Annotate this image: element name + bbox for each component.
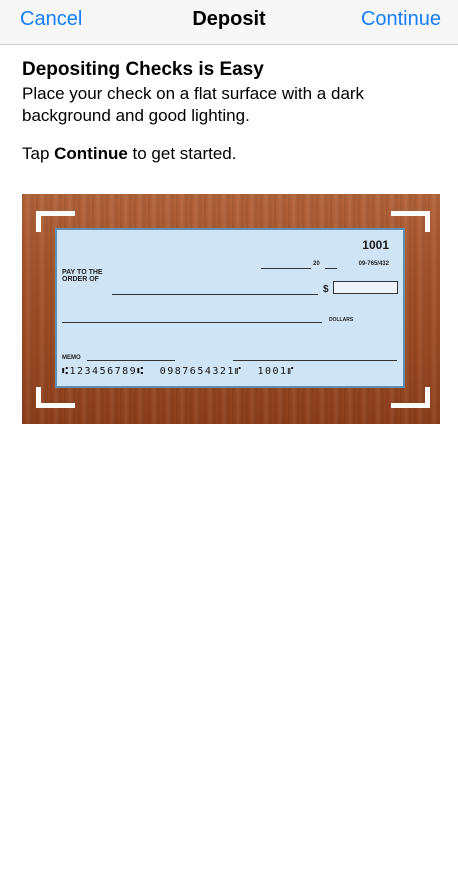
- date-prefix: 20: [313, 261, 320, 267]
- memo-line: [87, 360, 175, 361]
- dollars-label: DOLLARS: [329, 317, 354, 323]
- date-line: [261, 268, 311, 269]
- check-illustration: 1001 20 09-765/432 PAY TO THE ORDER OF $…: [22, 194, 440, 424]
- tap-prefix: Tap: [22, 144, 55, 163]
- corner-bracket-bottom-right: [391, 387, 430, 408]
- tap-suffix: to get started.: [127, 144, 237, 163]
- corner-bracket-bottom-left: [36, 387, 75, 408]
- amount-box: [333, 281, 398, 294]
- check-number: 1001: [362, 238, 389, 252]
- memo-label: MEMO: [62, 355, 81, 361]
- tap-continue-bold: Continue: [54, 144, 128, 163]
- written-amount-line: [62, 322, 322, 323]
- navigation-bar: Cancel Deposit Continue: [0, 0, 458, 45]
- tap-continue-instruction: Tap Continue to get started.: [22, 143, 442, 165]
- date-line-year: [325, 268, 337, 269]
- dollar-sign: $: [323, 284, 329, 295]
- micr-line: ⑆123456789⑆ 0987654321⑈ 1001⑈: [62, 366, 296, 377]
- sample-check: 1001 20 09-765/432 PAY TO THE ORDER OF $…: [55, 228, 405, 388]
- routing-fraction: 09-765/432: [358, 261, 389, 267]
- continue-button[interactable]: Continue: [361, 8, 441, 31]
- instructions-heading: Depositing Checks is Easy: [22, 59, 264, 80]
- instructions-description: Place your check on a flat surface with …: [22, 84, 365, 125]
- payee-line: [112, 294, 318, 295]
- signature-line: [233, 360, 397, 361]
- instructions: Depositing Checks is Easy Place your che…: [22, 58, 442, 165]
- pay-to-label: PAY TO THE ORDER OF: [62, 269, 103, 283]
